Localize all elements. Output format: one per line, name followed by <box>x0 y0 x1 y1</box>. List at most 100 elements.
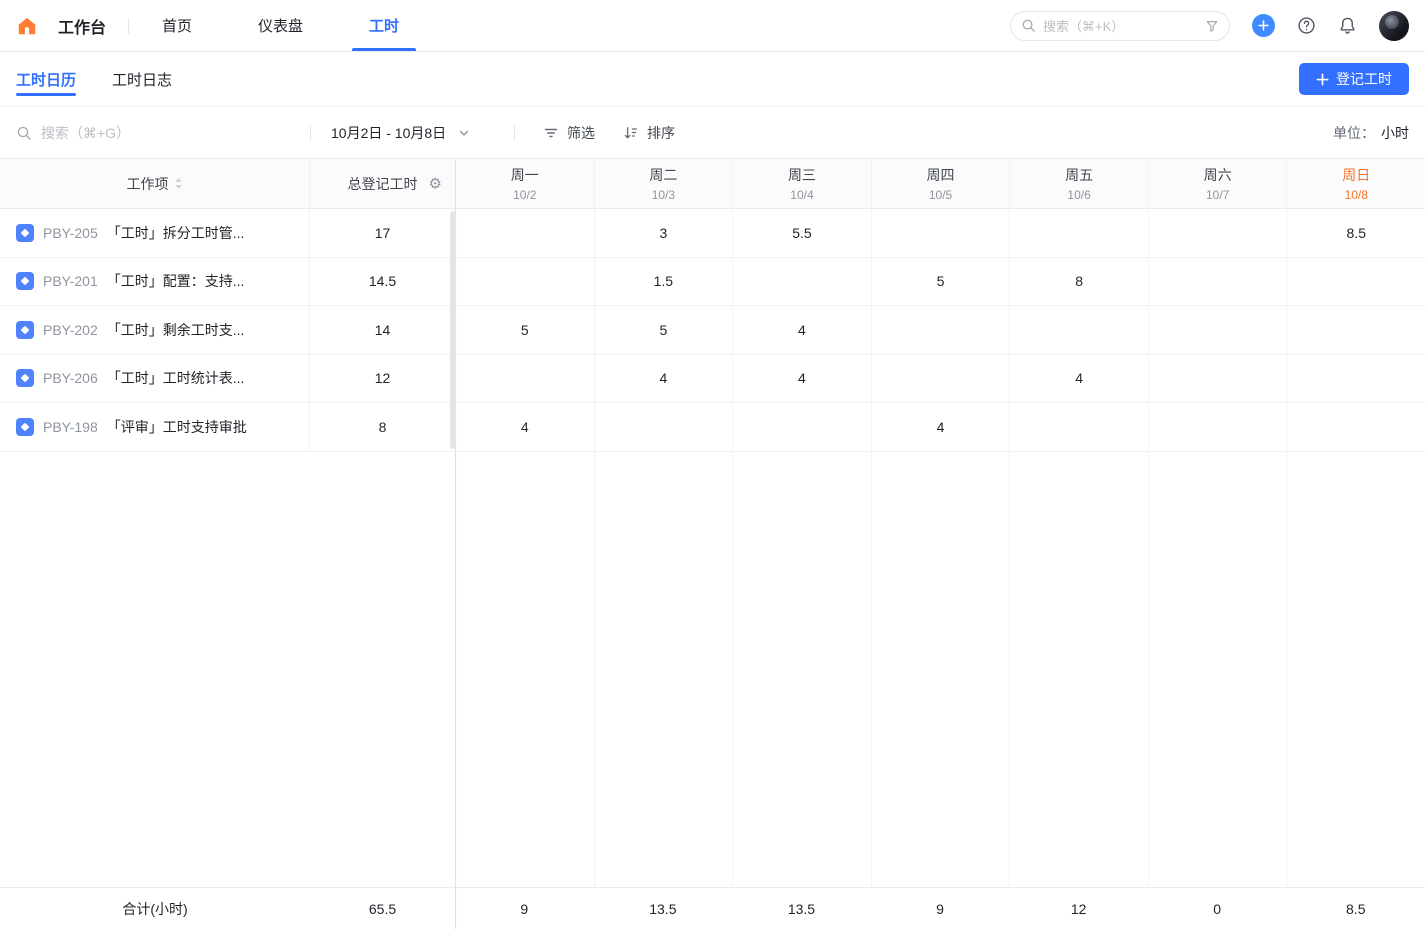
hours-cell[interactable] <box>594 403 733 451</box>
work-item-title[interactable]: 「评审」工时支持审批 <box>107 417 247 437</box>
hours-cell[interactable] <box>1148 355 1287 403</box>
footer-grand-total: 65.5 <box>310 901 455 917</box>
chevron-down-icon <box>458 127 470 139</box>
hours-cell[interactable] <box>1286 306 1425 354</box>
work-item-id: PBY-202 <box>43 322 98 338</box>
tab-worklog-calendar[interactable]: 工时日历 <box>16 52 76 106</box>
advanced-search-icon[interactable] <box>1205 19 1219 33</box>
work-item-cell[interactable]: PBY-198「评审」工时支持审批 <box>0 403 310 451</box>
day-column-header: 周日 10/8 <box>1286 159 1425 208</box>
day-date: 10/4 <box>790 188 813 202</box>
hours-cell[interactable]: 5 <box>871 258 1010 306</box>
unit-indicator: 单位：小时 <box>1333 123 1409 143</box>
work-item-cell[interactable]: PBY-206「工时」工时统计表... <box>0 355 310 403</box>
top-navbar: 工作台 首页 仪表盘 工时 搜索（⌘+K） <box>0 0 1425 52</box>
footer-total-cell: 12 <box>1009 901 1148 917</box>
empty-grid-column <box>1009 452 1148 888</box>
day-column-header: 周三10/4 <box>732 159 871 208</box>
global-search-input[interactable]: 搜索（⌘+K） <box>1010 11 1230 41</box>
filter-label: 筛选 <box>567 123 595 143</box>
table-row: PBY-206「工时」工时统计表...12444 <box>0 355 1425 404</box>
empty-grid-area <box>0 452 1425 888</box>
unit-label: 单位： <box>1333 125 1375 141</box>
hours-cell[interactable]: 4 <box>871 403 1010 451</box>
table-search-input[interactable]: 搜索（⌘+G） <box>16 123 310 143</box>
hours-cell[interactable]: 4 <box>732 306 871 354</box>
total-hours-cell: 17 <box>310 209 455 257</box>
hours-cell[interactable] <box>732 403 871 451</box>
help-icon[interactable] <box>1297 16 1316 35</box>
hours-cell[interactable] <box>455 355 594 403</box>
register-hours-button[interactable]: 登记工时 <box>1299 63 1409 95</box>
hours-cell[interactable]: 5 <box>594 306 733 354</box>
hours-cell[interactable] <box>1009 209 1148 257</box>
empty-grid-spacer <box>0 452 455 888</box>
empty-grid-column <box>871 452 1010 888</box>
day-date: 10/8 <box>1345 188 1368 202</box>
table-search-placeholder: 搜索（⌘+G） <box>41 123 130 143</box>
work-item-title[interactable]: 「工时」工时统计表... <box>107 368 245 388</box>
work-item-cell[interactable]: PBY-201「工时」配置：支持... <box>0 258 310 306</box>
nav-item-worklog[interactable]: 工时 <box>352 0 416 51</box>
vertical-scrollbar[interactable] <box>450 211 456 449</box>
filter-button[interactable]: 筛选 <box>543 123 595 143</box>
footer-total-cell: 13.5 <box>732 901 871 917</box>
work-item-cell[interactable]: PBY-202 「工时」剩余工时支... <box>0 306 310 354</box>
hours-cell[interactable]: 3 <box>594 209 733 257</box>
hours-cell[interactable] <box>1009 403 1148 451</box>
caret-up-down-sort-icon[interactable] <box>174 177 183 190</box>
hours-cell[interactable]: 4 <box>1009 355 1148 403</box>
primary-nav: 首页 仪表盘 工时 <box>129 0 432 51</box>
hours-cell[interactable]: 4 <box>455 403 594 451</box>
sort-label: 排序 <box>647 123 675 143</box>
hours-cell[interactable] <box>1148 403 1287 451</box>
hours-cell[interactable] <box>455 258 594 306</box>
hours-cell[interactable] <box>732 258 871 306</box>
hours-cell[interactable] <box>871 306 1010 354</box>
hours-cell[interactable] <box>1148 258 1287 306</box>
work-item-title[interactable]: 「工时」配置：支持... <box>107 271 245 291</box>
date-range-picker[interactable]: 10月2日 - 10月8日 <box>331 123 494 143</box>
column-header-work-item[interactable]: 工作项 <box>0 159 310 208</box>
create-button[interactable] <box>1252 14 1275 37</box>
task-type-icon <box>16 224 34 242</box>
day-name: 周日 <box>1342 165 1370 185</box>
table-header-row: 工作项 总登记工时 ⚙ 周一10/2周二10/3周三10/4周四10/5周五10… <box>0 159 1425 209</box>
nav-right: 搜索（⌘+K） <box>1010 11 1409 41</box>
tab-bar: 工时日历 工时日志 登记工时 <box>0 52 1425 107</box>
hours-cell[interactable]: 8 <box>1009 258 1148 306</box>
hours-cell[interactable]: 1.5 <box>594 258 733 306</box>
home-logo-icon[interactable] <box>16 15 38 37</box>
hours-cell[interactable] <box>455 209 594 257</box>
register-hours-label: 登记工时 <box>1336 69 1392 89</box>
hours-cell[interactable] <box>1286 403 1425 451</box>
work-item-title[interactable]: 「工时」剩余工时支... <box>107 320 245 340</box>
work-item-header-label: 工作项 <box>127 174 169 194</box>
hours-cell[interactable] <box>1148 209 1287 257</box>
notifications-bell-icon[interactable] <box>1338 16 1357 35</box>
hours-cell[interactable] <box>871 355 1010 403</box>
tab-worklog-log[interactable]: 工时日志 <box>112 52 172 106</box>
hours-cell[interactable]: 5 <box>455 306 594 354</box>
nav-item-home[interactable]: 首页 <box>145 0 209 51</box>
hours-cell[interactable]: 4 <box>732 355 871 403</box>
hours-cell[interactable] <box>1148 306 1287 354</box>
hours-cell[interactable]: 8.5 <box>1286 209 1425 257</box>
table-row: PBY-198「评审」工时支持审批844 <box>0 403 1425 452</box>
hours-cell[interactable]: 4 <box>594 355 733 403</box>
hours-cell[interactable] <box>1286 258 1425 306</box>
hours-cell[interactable] <box>1286 355 1425 403</box>
hours-cell[interactable]: 5.5 <box>732 209 871 257</box>
day-column-header: 周四10/5 <box>871 159 1010 208</box>
table-body: PBY-205「工时」拆分工时管...17 35.5 8.5 PBY-201「工时」配… <box>0 209 1425 887</box>
column-settings-gear-icon[interactable]: ⚙ <box>429 176 442 191</box>
workspace-switcher[interactable]: 工作台 <box>58 14 106 38</box>
user-avatar[interactable] <box>1379 11 1409 41</box>
sort-button[interactable]: 排序 <box>623 123 675 143</box>
toolbar-divider <box>310 125 311 141</box>
hours-cell[interactable] <box>871 209 1010 257</box>
hours-cell[interactable] <box>1009 306 1148 354</box>
nav-item-dashboard[interactable]: 仪表盘 <box>241 0 320 51</box>
work-item-title[interactable]: 「工时」拆分工时管... <box>107 223 245 243</box>
work-item-cell[interactable]: PBY-205「工时」拆分工时管... <box>0 209 310 257</box>
